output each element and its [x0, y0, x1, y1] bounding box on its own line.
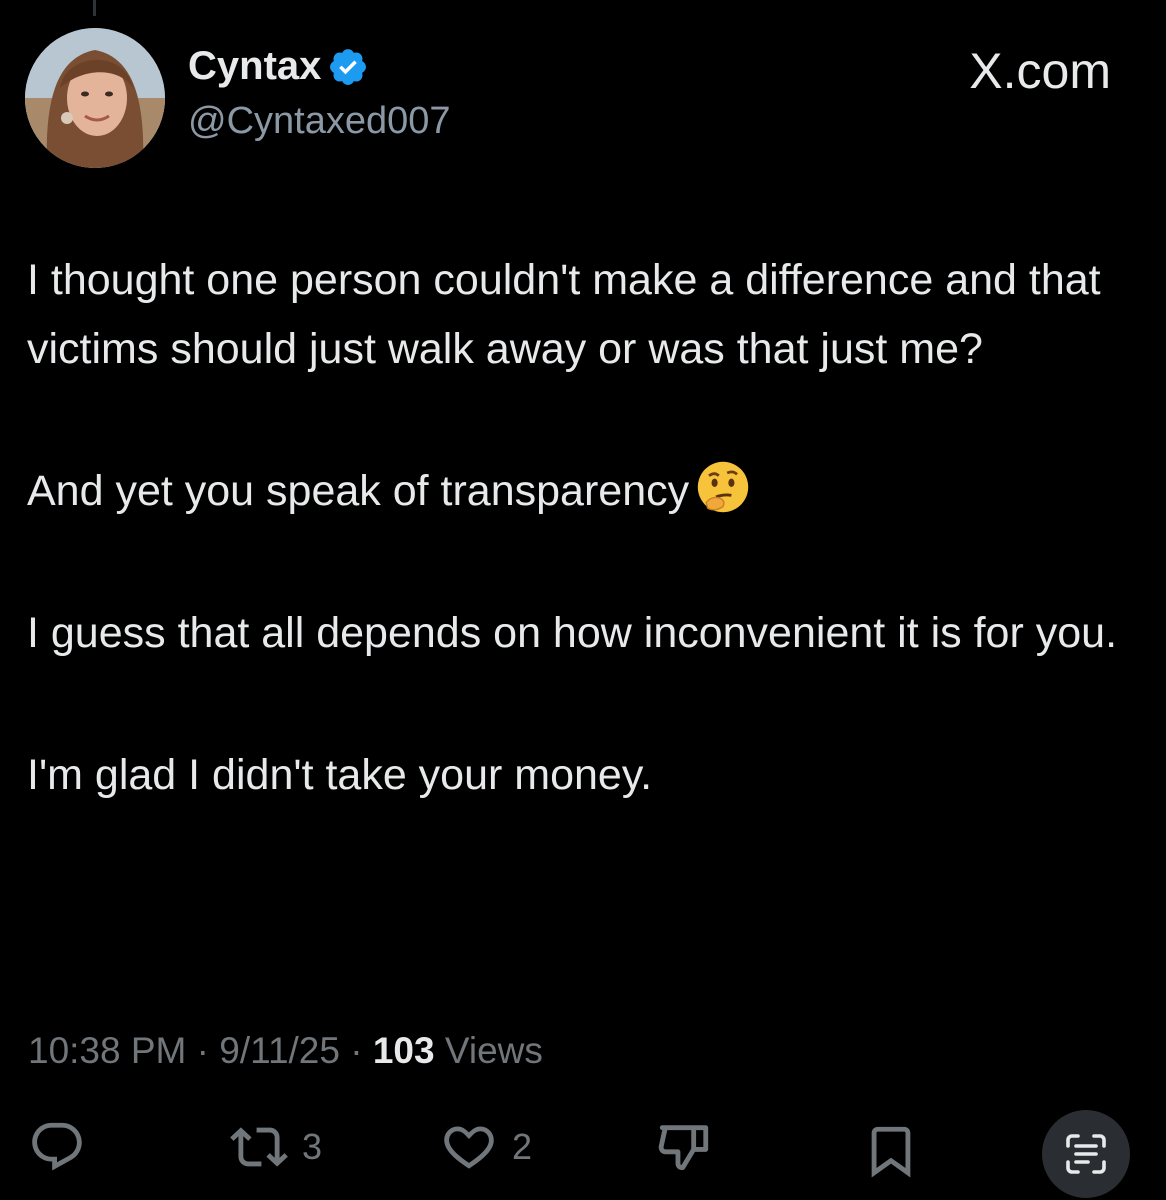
brand-watermark: X.com: [969, 43, 1111, 99]
verified-badge-icon: [330, 48, 367, 85]
author-handle[interactable]: @Cyntaxed007: [188, 100, 451, 143]
reply-button[interactable]: [28, 1118, 86, 1176]
tweet-paragraph: And yet you speak of transparency: [27, 457, 1147, 526]
thread-connector-line: [93, 0, 96, 16]
views-count: 103: [372, 1030, 435, 1071]
avatar[interactable]: [25, 28, 165, 168]
dislike-button[interactable]: [655, 1118, 713, 1176]
bookmark-button[interactable]: [862, 1120, 920, 1182]
retweet-count: 3: [302, 1126, 323, 1167]
avatar-photo: [25, 28, 165, 168]
comment-icon: [32, 1122, 82, 1171]
text-scan-icon: [1066, 1134, 1106, 1174]
like-count: 2: [512, 1126, 533, 1167]
tweet-paragraph-text: And yet you speak of transparency: [27, 467, 690, 515]
tweet-paragraph: I guess that all depends on how inconven…: [27, 609, 1118, 657]
tweet-paragraph: I'm glad I didn't take your money.: [27, 751, 653, 799]
retweet-icon: [230, 1127, 288, 1167]
thinking-face-icon: [697, 461, 749, 513]
action-bar: 3 2: [0, 1110, 1166, 1200]
retweet-button[interactable]: 3: [230, 1118, 322, 1176]
meta-separator: ·: [196, 1030, 209, 1071]
tweet-paragraph: I thought one person couldn't make a dif…: [27, 256, 1101, 373]
thumbs-down-icon: [658, 1125, 709, 1171]
bookmark-icon: [871, 1126, 911, 1178]
text-scan-button[interactable]: [1042, 1110, 1130, 1198]
heart-icon: [444, 1126, 494, 1169]
views-label: Views: [444, 1030, 543, 1071]
tweet-date[interactable]: 9/11/25: [219, 1030, 340, 1071]
author-name-row[interactable]: Cyntax: [188, 44, 369, 89]
display-name[interactable]: Cyntax: [188, 44, 321, 89]
tweet-body: I thought one person couldn't make a dif…: [27, 246, 1147, 810]
meta-separator: ·: [350, 1030, 363, 1071]
tweet-meta: 10:38 PM · 9/11/25 · 103 Views: [28, 1030, 543, 1072]
like-button[interactable]: 2: [440, 1118, 532, 1176]
tweet-time[interactable]: 10:38 PM: [28, 1030, 186, 1071]
